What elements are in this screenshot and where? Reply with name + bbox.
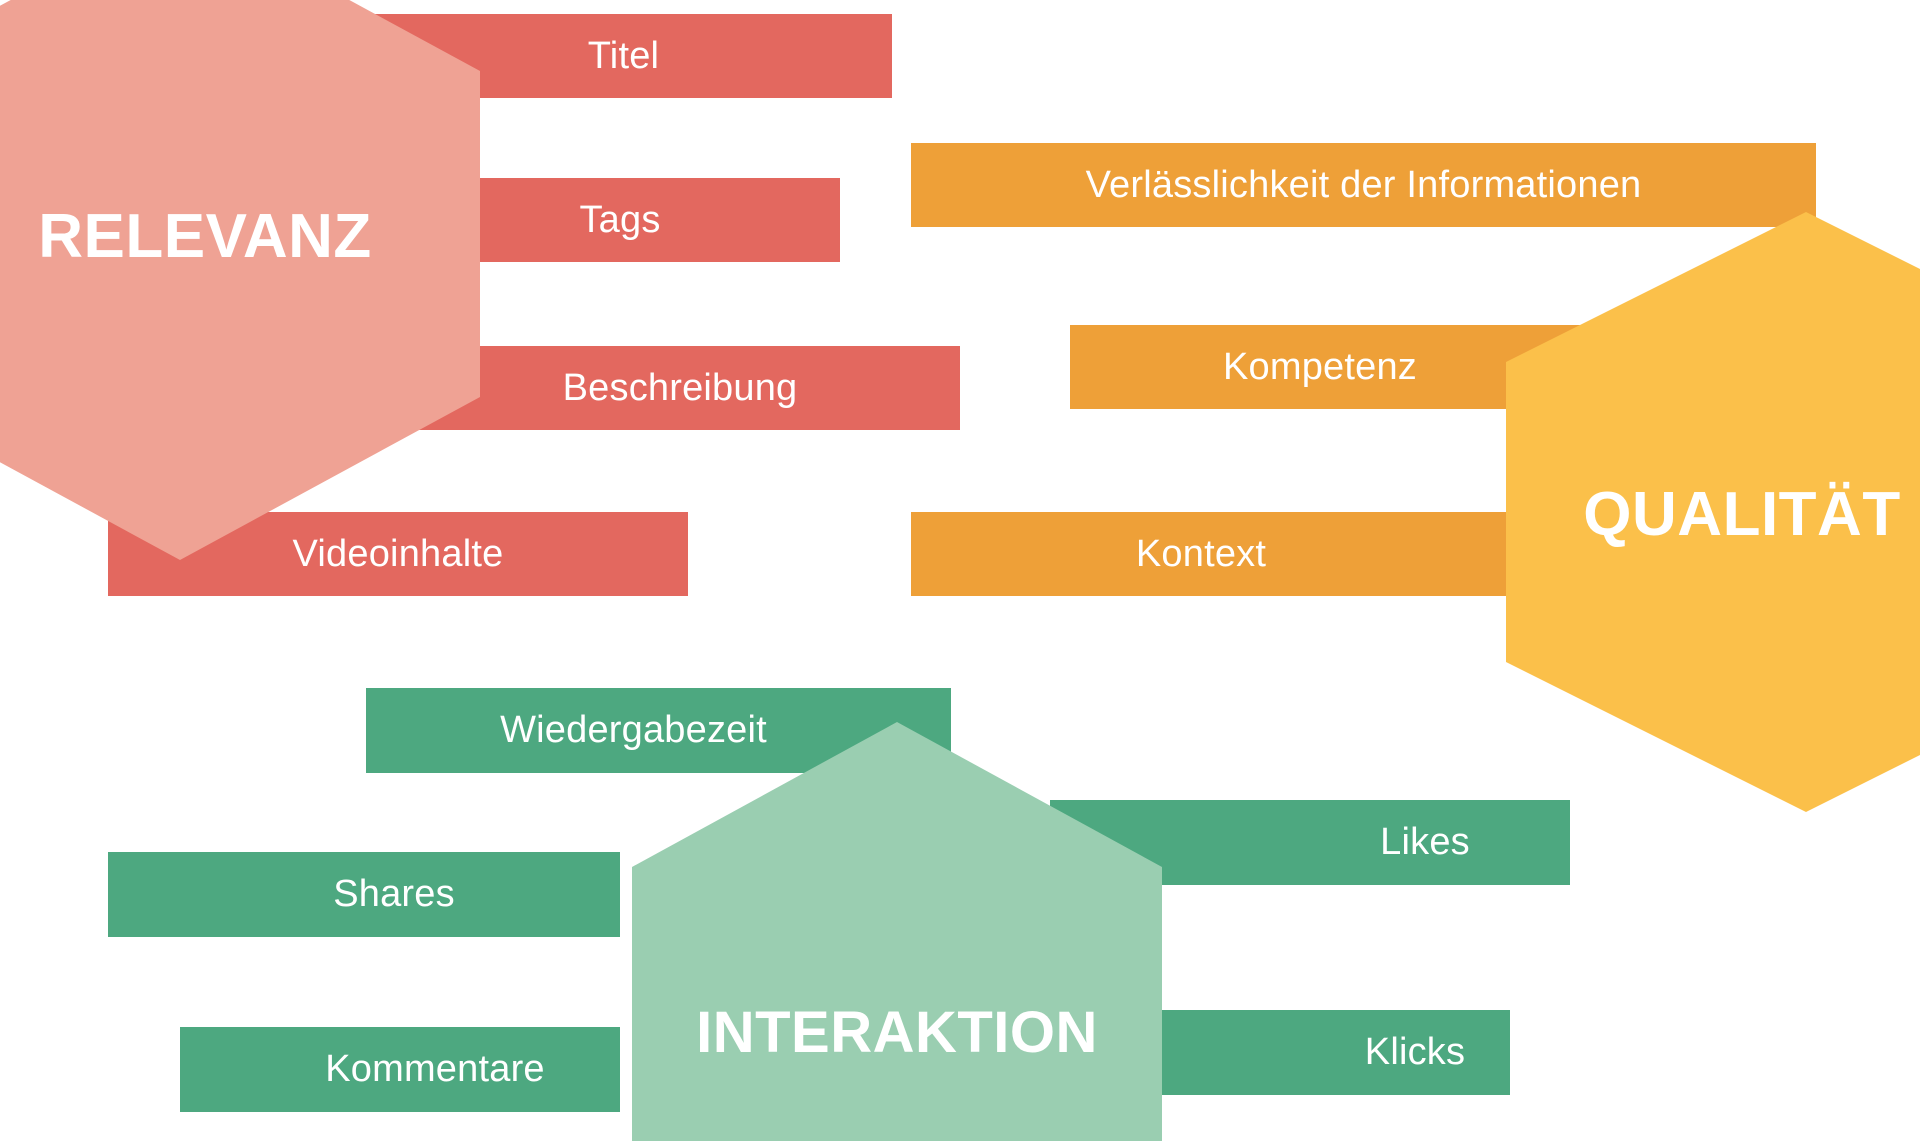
bar-beschreibung-label: Beschreibung <box>562 366 798 409</box>
bar-kommentare-label: Kommentare <box>325 1048 545 1090</box>
bar-klicks-label: Klicks <box>1364 1031 1466 1073</box>
bar-kontext[interactable]: Kontext <box>911 512 1531 596</box>
bar-verlaesslichkeit-label: Verlässlichkeit der Informationen <box>1085 163 1642 206</box>
hexagon-relevanz-shape <box>0 0 480 560</box>
hexagon-relevanz-label: RELEVANZ <box>38 201 372 271</box>
hexagon-qualitaet[interactable]: QUALITÄT <box>1506 212 1920 812</box>
hexagon-interaktion-shape <box>632 722 1162 1141</box>
infographic-canvas: Titel Tags Beschreibung Videoinhalte REL… <box>0 0 1920 1141</box>
hexagon-qualitaet-label: QUALITÄT <box>1583 479 1901 549</box>
bar-klicks[interactable]: Klicks <box>1160 1010 1510 1095</box>
bar-shares[interactable]: Shares <box>108 852 620 937</box>
bar-kontext-label: Kontext <box>1135 532 1267 575</box>
bar-shares-label: Shares <box>333 873 455 915</box>
hexagon-interaktion-label: INTERAKTION <box>696 999 1098 1065</box>
bar-beschreibung[interactable]: Beschreibung <box>400 346 960 430</box>
bar-kommentare[interactable]: Kommentare <box>180 1027 620 1112</box>
hexagon-relevanz[interactable]: RELEVANZ <box>0 0 480 560</box>
hexagon-interaktion[interactable]: INTERAKTION <box>632 722 1162 1141</box>
